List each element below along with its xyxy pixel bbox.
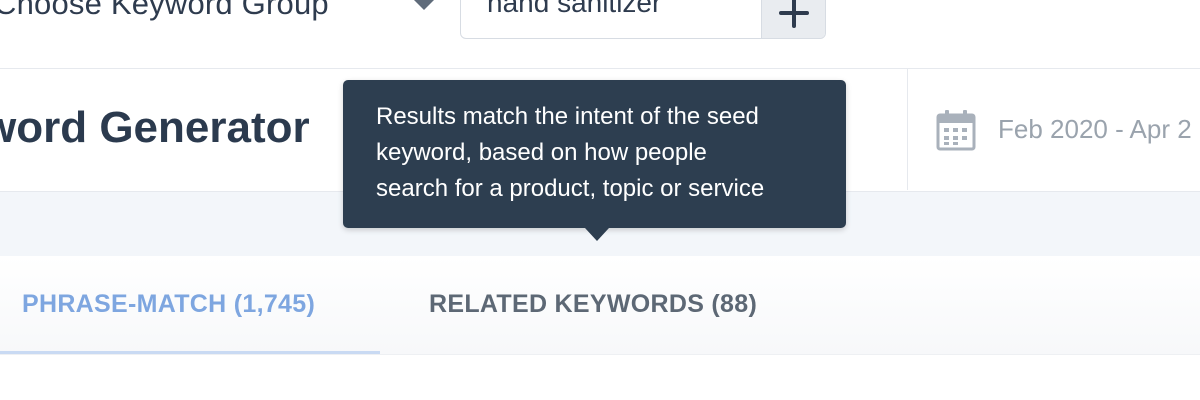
date-range-label[interactable]: Feb 2020 - Apr 2: [998, 114, 1192, 145]
top-bar: Choose Keyword Group hand sanitizer: [0, 0, 1200, 69]
tooltip-line: keyword, based on how people: [376, 139, 707, 166]
add-keyword-button[interactable]: [761, 0, 825, 38]
tooltip-line: Results match the intent of the seed: [376, 103, 759, 130]
calendar-icon: [936, 110, 976, 151]
keyword-input[interactable]: hand sanitizer: [460, 0, 826, 39]
date-range-picker[interactable]: Feb 2020 - Apr 2: [907, 69, 1200, 190]
chevron-down-icon[interactable]: [414, 0, 434, 10]
tab-phrase-match[interactable]: PHRASE-MATCH (1,745): [0, 256, 380, 354]
tooltip-line: search for a product, topic or service: [376, 175, 765, 202]
tooltip-arrow: [585, 228, 609, 241]
tooltip: Results match the intent of the seed key…: [343, 80, 846, 228]
keyword-tabs: PHRASE-MATCH (1,745) RELATED KEYWORDS (8…: [0, 256, 1200, 355]
tab-related-keywords[interactable]: RELATED KEYWORDS (88): [400, 256, 800, 354]
page-title: word Generator: [0, 103, 310, 152]
page: Choose Keyword Group hand sanitizer word…: [0, 0, 1200, 400]
keyword-input-value[interactable]: hand sanitizer: [487, 0, 661, 19]
tab-phrase-match-label: PHRASE-MATCH (1,745): [22, 290, 316, 318]
keyword-group-selector[interactable]: Choose Keyword Group: [0, 0, 329, 22]
tab-related-keywords-label: RELATED KEYWORDS (88): [429, 290, 758, 318]
